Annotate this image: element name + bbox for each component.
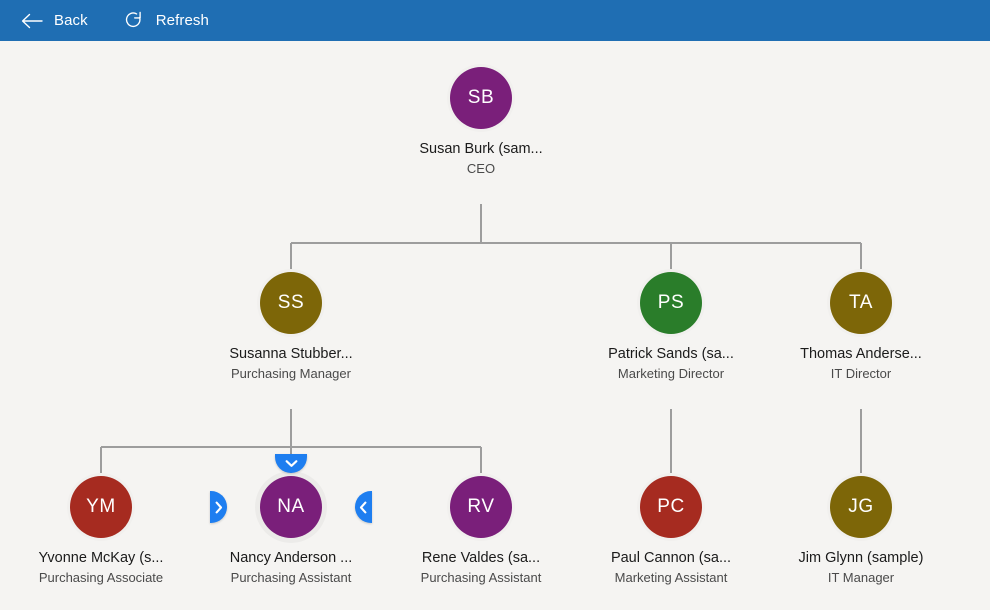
org-node-nancy-anderson[interactable]: NA Nancy Anderson ... Purchasing Assistant [196, 454, 386, 586]
avatar[interactable]: PS [640, 272, 702, 334]
avatar[interactable]: SB [450, 67, 512, 129]
avatar-initials: SS [277, 292, 305, 313]
node-name: Susan Burk (sam... [419, 141, 543, 157]
node-title: IT Manager [827, 570, 895, 585]
org-node-yvonne-mckay[interactable]: YM Yvonne McKay (s... Purchasing Associate [6, 473, 196, 586]
node-name: Rene Valdes (sa... [421, 550, 541, 566]
navigate-right-badge[interactable] [210, 491, 227, 523]
avatar[interactable]: NA [260, 476, 322, 538]
avatar-initials: PS [657, 292, 685, 313]
avatar-wrap: SS [196, 269, 386, 337]
refresh-button[interactable]: Refresh [112, 0, 219, 41]
node-name: Thomas Anderse... [800, 346, 922, 362]
avatar[interactable]: JG [830, 476, 892, 538]
avatar-initials: PC [657, 496, 685, 517]
avatar-wrap: TA [766, 269, 956, 337]
avatar[interactable]: YM [70, 476, 132, 538]
node-title: Purchasing Manager [231, 366, 351, 381]
back-button[interactable]: Back [10, 0, 98, 41]
avatar-initials: JG [848, 496, 874, 517]
org-node-jim-glynn[interactable]: JG Jim Glynn (sample) IT Manager [766, 473, 956, 586]
node-title: CEO [466, 161, 496, 176]
org-chart-canvas: SB Susan Burk (sam... CEO SS Susanna Stubber… [0, 41, 990, 610]
org-node-rene-valdes[interactable]: RV Rene Valdes (sa... Purchasing Assistant [386, 473, 576, 586]
node-title: Marketing Assistant [614, 570, 728, 585]
node-title: Purchasing Assistant [420, 570, 542, 585]
avatar-initials: YM [86, 496, 116, 517]
org-node-thomas-andersen[interactable]: TA Thomas Anderse... IT Director [766, 269, 956, 382]
node-name: Yvonne McKay (s... [38, 550, 164, 566]
avatar-initials: RV [467, 496, 495, 517]
avatar-wrap: RV [386, 473, 576, 541]
node-name: Patrick Sands (sa... [608, 346, 734, 362]
refresh-icon [122, 9, 146, 33]
org-node-paul-cannon[interactable]: PC Paul Cannon (sa... Marketing Assistant [576, 473, 766, 586]
avatar-wrap: NA [196, 454, 386, 541]
avatar-wrap: PS [576, 269, 766, 337]
avatar-wrap: YM [6, 473, 196, 541]
avatar-wrap: PC [576, 473, 766, 541]
node-title: Purchasing Assistant [230, 570, 352, 585]
node-name: Jim Glynn (sample) [798, 550, 924, 566]
node-name: Paul Cannon (sa... [610, 550, 732, 566]
avatar-wrap: JG [766, 473, 956, 541]
node-title: IT Director [830, 366, 892, 381]
node-title: Purchasing Associate [38, 570, 164, 585]
org-node-susanna-stubberod[interactable]: SS Susanna Stubber... Purchasing Manager [196, 269, 386, 382]
avatar-initials: TA [848, 292, 874, 313]
refresh-button-label: Refresh [155, 11, 209, 29]
avatar[interactable]: PC [640, 476, 702, 538]
avatar[interactable]: TA [830, 272, 892, 334]
command-bar: Back Refresh [0, 0, 990, 41]
avatar-initials: SB [467, 87, 495, 108]
org-node-susan-burk[interactable]: SB Susan Burk (sam... CEO [386, 64, 576, 177]
avatar-initials: NA [277, 496, 305, 517]
avatar[interactable]: SS [260, 272, 322, 334]
navigate-left-badge[interactable] [355, 491, 372, 523]
node-name: Susanna Stubber... [229, 346, 353, 362]
back-button-label: Back [54, 11, 88, 29]
avatar-wrap: SB [386, 64, 576, 132]
node-name: Nancy Anderson ... [229, 550, 353, 566]
arrow-left-icon [20, 9, 44, 33]
node-title: Marketing Director [617, 366, 725, 381]
expand-down-badge[interactable] [275, 454, 307, 473]
avatar[interactable]: RV [450, 476, 512, 538]
org-node-patrick-sands[interactable]: PS Patrick Sands (sa... Marketing Director [576, 269, 766, 382]
